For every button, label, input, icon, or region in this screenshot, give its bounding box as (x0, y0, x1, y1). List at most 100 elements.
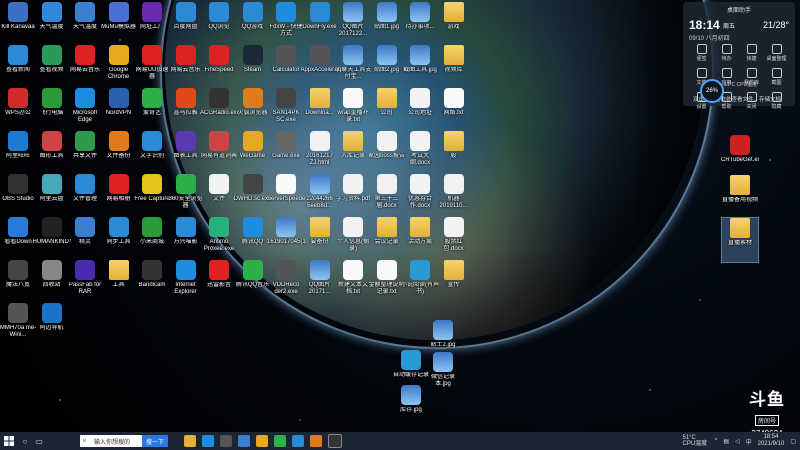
desktop-icon[interactable]: 迅雷影音 (201, 260, 237, 304)
file-explorer-icon[interactable] (184, 435, 196, 447)
desktop-icon[interactable]: 同步工具 (101, 217, 137, 261)
desktop-icon[interactable]: 贴图1.jpg (369, 2, 405, 46)
desktop-icon[interactable]: Internet Explorer (168, 260, 204, 304)
desktop-icon[interactable]: 工具 (101, 260, 137, 304)
desktop-icon[interactable]: 直播备用视频 (722, 175, 758, 219)
chevron-up-icon[interactable]: ^ (714, 438, 717, 444)
desktop-icon[interactable]: 精灵 (67, 217, 103, 261)
desktop-icon[interactable]: 家园boss报告 (368, 131, 405, 175)
obs-taskbar-icon[interactable] (310, 435, 322, 447)
desktop-icon[interactable]: VDDReco der2.exe (268, 260, 304, 304)
desktop-icon[interactable]: 视频库 (436, 45, 472, 89)
desktop-icon[interactable]: Microsoft Edge (67, 88, 103, 132)
desktop-icon[interactable]: 图表工具 (168, 131, 204, 175)
store-icon[interactable] (220, 435, 232, 447)
search-button[interactable]: 搜一下 (142, 435, 168, 447)
desktop-icon[interactable]: 活动方案 (402, 217, 438, 261)
desktop-icon[interactable]: 看看Down (0, 217, 36, 261)
desktop-icon[interactable]: 小说阅读(有声书) (401, 260, 439, 304)
desktop-icon[interactable]: 共享文件 (67, 131, 103, 175)
desktop-icon[interactable]: ACGRadio.exe (200, 88, 238, 132)
desktop-icon[interactable]: QQ图片 2017122... (335, 2, 371, 46)
windows-start-button[interactable] (0, 434, 18, 448)
desktop-icon[interactable]: 网址工厂 (134, 2, 170, 46)
desktop-icon[interactable]: 文件备份 (101, 131, 137, 175)
desktop-icon[interactable]: PassFab for RAR (67, 260, 103, 304)
desktop-icon[interactable]: 网易UU加速器 (134, 45, 170, 89)
desktop-icon[interactable]: 学习资料.pdf (335, 174, 371, 218)
desktop-icon[interactable]: Bandicam (134, 260, 170, 304)
desktop-icon[interactable]: OBS Studio (0, 174, 36, 218)
notification-icon[interactable]: ▢ (790, 438, 796, 445)
search-icon[interactable]: ○ (18, 434, 32, 448)
desktop-icon[interactable]: Antimo Proxee.exe (201, 217, 237, 261)
desktop-icon[interactable]: AppxAccelerator.exe (301, 45, 339, 89)
desktop-icon[interactable]: 飞行电脑 (34, 88, 70, 132)
desktop-icon[interactable]: 小米商城 (134, 217, 170, 261)
desktop-icon[interactable]: 文字识别 (134, 131, 170, 175)
desktop-icon[interactable]: 腾讯QQ (235, 217, 271, 261)
chrome-taskbar-icon[interactable] (256, 435, 268, 447)
volume-icon[interactable]: ◁ (735, 438, 740, 445)
desktop-icon[interactable]: 游戏 (436, 2, 472, 46)
widget-shortcut[interactable]: 便签 (689, 44, 714, 62)
desktop-icon[interactable]: 1619017045(1).jpg (267, 217, 305, 261)
desktop-icon[interactable]: ServerSpeeder.bat (267, 174, 305, 218)
task-view-icon[interactable]: ▭ (32, 434, 46, 448)
desktop-icon[interactable]: 天气温度 (67, 2, 103, 46)
ime-icon[interactable]: 中 (746, 437, 752, 446)
desktop-icon[interactable]: Google Chrome (101, 45, 137, 89)
desktop-icon[interactable]: 考试大纲.docx (402, 131, 438, 175)
desktop-icon[interactable]: 回收站 (34, 260, 70, 304)
desktop-icon[interactable]: 宣传 (436, 260, 472, 304)
desktop-icon[interactable]: 文件 (201, 174, 237, 218)
desktop-icon[interactable]: 直播素材 (721, 217, 759, 263)
desktop-icon[interactable]: 股票红包.docx (436, 217, 472, 261)
desktop-icon[interactable]: 阿里旺旺 (0, 131, 36, 175)
desktop-icon[interactable]: 火狐浏览器 (235, 88, 271, 132)
desktop-icon[interactable]: 文件管理 (67, 174, 103, 218)
desktop-icon[interactable]: Kill Kanavaa (0, 2, 36, 46)
desktop-icon[interactable]: 网易云音乐 (168, 45, 204, 89)
desktop-icon[interactable]: FineSpeed (201, 45, 237, 89)
game-taskbar-icon[interactable] (328, 434, 342, 448)
desktop-icon[interactable]: 喜马拉雅 (168, 88, 204, 132)
widget-shortcut[interactable]: 待办 (714, 44, 739, 62)
desktop-icon[interactable]: 第三十三届.docx (369, 174, 405, 218)
desktop-icon[interactable]: 阿里云盘 (34, 174, 70, 218)
desktop-icon[interactable]: Steam (235, 45, 271, 89)
desktop-icon[interactable]: NordVPN (101, 88, 137, 132)
desktop-icon[interactable]: 待办事项... (402, 2, 438, 46)
desktop-icon[interactable]: DWHD.sc.exe (234, 174, 271, 218)
desktop-icon[interactable]: Game.exe (268, 131, 304, 175)
desktop-icon[interactable]: 要备份 (302, 217, 338, 261)
desktop-icon[interactable]: QQ游戏 (235, 2, 271, 46)
desktop-icon[interactable]: MMH70a me-Wini... (0, 303, 36, 347)
search-input[interactable]: e 输入你想搜的 (80, 435, 142, 447)
network-icon[interactable]: ▤ (723, 438, 729, 445)
widget-shortcut[interactable]: 快捷 (739, 44, 764, 62)
desktop-icon[interactable]: wrap重播补录.txt (335, 88, 371, 132)
taskbar-clock[interactable]: 18:54 2021/9/10 (758, 434, 785, 448)
desktop-icon[interactable]: 金额整理说明记录.txt (368, 260, 405, 304)
desktop-icon[interactable]: 网易有道词典 (201, 131, 237, 175)
desktop-icon[interactable]: QQ浏览 (201, 2, 237, 46)
desktop-icon[interactable]: DownFly.exe (302, 2, 338, 46)
widget-shortcut[interactable]: 桌面整理 (764, 44, 789, 62)
qq-taskbar-icon[interactable] (292, 435, 304, 447)
desktop-icon[interactable]: 微信记录本.jpg (425, 352, 461, 396)
desktop-icon[interactable]: 会议记录 (369, 217, 405, 261)
desktop-icon[interactable]: 入库记录 (335, 131, 371, 175)
desktop-icon[interactable]: WeGame (235, 131, 271, 175)
desktop-icon[interactable]: 股 (436, 131, 472, 175)
wechat-taskbar-icon[interactable] (274, 435, 286, 447)
desktop-icon[interactable]: 贴图2.jpg (369, 45, 405, 89)
desktop-icon[interactable]: 22c44266 5eeb8d... (302, 174, 338, 218)
desktop-icon[interactable]: 个人信息(摘录) (335, 217, 371, 261)
desktop-icon[interactable]: Free Capture (134, 174, 170, 218)
desktop-icon[interactable]: 腾讯QQ音乐 (235, 260, 271, 304)
desktop-icon[interactable]: SAN14PK SC.exe (268, 88, 304, 132)
desktop-icon[interactable]: 网易云音乐 (67, 45, 103, 89)
desktop-icon[interactable]: 网络.txt (436, 88, 472, 132)
desktop-icon[interactable]: 20161217 ZJ.html (302, 131, 338, 175)
